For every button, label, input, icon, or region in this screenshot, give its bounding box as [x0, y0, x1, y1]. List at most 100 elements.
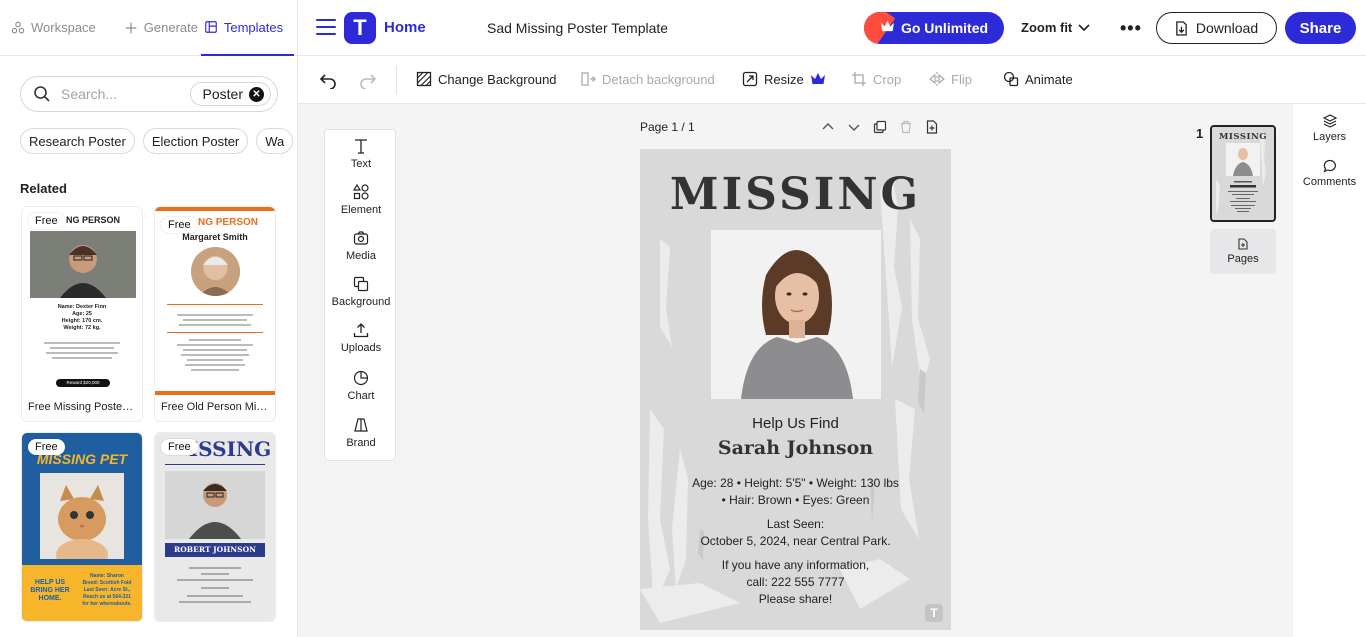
card-nameplate: ROBERT JOHNSON	[165, 543, 265, 557]
right-rail: Layers Comments	[1293, 104, 1366, 637]
animate-label: Animate	[1025, 71, 1073, 87]
contact-line-1[interactable]: If you have any information,	[640, 557, 951, 574]
missing-person-name[interactable]: Sarah Johnson	[640, 437, 951, 459]
crop-icon	[852, 72, 866, 86]
template-card-old-person[interactable]: Free NG PERSON Margaret Smith Free Old P…	[154, 206, 276, 422]
plus-icon	[125, 22, 137, 33]
card-line: Breed: Scottish Fold	[82, 580, 132, 586]
stats-text-line-2[interactable]: • Hair: Brown • Eyes: Green	[640, 492, 951, 509]
zoom-select[interactable]: Zoom fit	[1021, 20, 1090, 35]
tool-uploads[interactable]: Uploads	[325, 322, 397, 368]
tab-templates-label: Templates	[223, 19, 284, 35]
card-line: Reach us at 564-321	[83, 594, 131, 600]
tool-text[interactable]: Text	[325, 138, 397, 184]
flip-button[interactable]: Flip	[929, 71, 972, 87]
download-button[interactable]: Download	[1156, 12, 1277, 44]
tab-workspace[interactable]: Workspace	[11, 0, 110, 56]
card-photo	[165, 471, 265, 539]
menu-icon[interactable]	[316, 19, 336, 35]
add-page-icon[interactable]	[925, 120, 939, 134]
chevron-up-icon[interactable]	[821, 120, 835, 134]
brand-icon	[354, 418, 368, 432]
missing-person-photo[interactable]	[711, 230, 881, 399]
chip-research-poster[interactable]: Research Poster	[20, 128, 135, 154]
zoom-label: Zoom fit	[1021, 20, 1073, 35]
poster-page[interactable]: MISSING Help Us Find Sarah Johnson Age: …	[640, 149, 951, 630]
resize-icon	[742, 71, 758, 87]
suggestion-chips: Research Poster Election Poster Wa	[20, 128, 294, 154]
edit-toolbar: Change Background Detach background Resi…	[298, 56, 1366, 104]
thumb-title: MISSING	[1219, 132, 1267, 142]
app-root: Workspace Generate Templates Poster ✕ Re…	[0, 0, 1366, 637]
comments-button[interactable]: Comments	[1293, 159, 1366, 188]
layers-button[interactable]: Layers	[1293, 114, 1366, 143]
chevron-down-icon	[1078, 23, 1090, 31]
tool-background[interactable]: Background	[325, 276, 397, 322]
free-badge: Free	[161, 439, 198, 455]
card-photo	[191, 247, 240, 296]
tool-media-label: Media	[346, 250, 376, 262]
tool-element[interactable]: Element	[325, 184, 397, 230]
poster-title[interactable]: MISSING	[640, 169, 951, 220]
card-subheader: Margaret Smith	[182, 232, 248, 242]
chevron-down-icon[interactable]	[847, 120, 861, 134]
template-card-missing-pet[interactable]: Free MISSING PET HELP US BRING HER HOME.…	[21, 432, 143, 622]
crop-button[interactable]: Crop	[851, 71, 901, 87]
template-card-robert-johnson[interactable]: Free ISSING ROBERT JOHNSON	[154, 432, 276, 622]
animate-button[interactable]: Animate	[1003, 71, 1073, 87]
tool-brand[interactable]: Brand	[325, 417, 397, 463]
template-thumbnail: Free MISSING PET HELP US BRING HER HOME.…	[22, 433, 142, 621]
chip-election-poster[interactable]: Election Poster	[142, 128, 249, 154]
help-us-find-text[interactable]: Help Us Find	[640, 415, 951, 432]
tool-background-label: Background	[331, 296, 391, 308]
download-label: Download	[1195, 20, 1259, 36]
tool-media[interactable]: Media	[325, 230, 397, 276]
filter-chip-poster[interactable]: Poster ✕	[189, 82, 271, 106]
stats-text-line-1[interactable]: Age: 28 • Height: 5'5" • Weight: 130 lbs	[640, 475, 951, 492]
detach-background-button[interactable]: Detach background	[580, 71, 715, 87]
template-thumbnail: Free NG PERSON Name: Dexter Finn Age: 25…	[22, 207, 142, 395]
animate-icon	[1003, 71, 1019, 87]
document-title[interactable]: Sad Missing Poster Template	[487, 20, 668, 36]
home-link[interactable]: Home	[384, 19, 426, 36]
background-pattern-icon	[416, 71, 432, 87]
trash-icon[interactable]	[899, 120, 913, 134]
clear-filter-icon[interactable]: ✕	[249, 86, 264, 102]
page-thumbnail[interactable]: MISSING	[1210, 125, 1276, 222]
related-heading: Related	[20, 181, 67, 196]
contact-line-2[interactable]: call: 222 555 7777	[640, 574, 951, 591]
resize-button[interactable]: Resize	[742, 71, 826, 87]
chip-truncated[interactable]: Wa	[256, 128, 294, 154]
last-seen-label[interactable]: Last Seen:	[640, 516, 951, 533]
pages-button[interactable]: Pages	[1210, 229, 1276, 274]
tool-chart-label: Chart	[347, 390, 375, 402]
more-options-icon[interactable]: •••	[1120, 18, 1142, 39]
page-thumbnail-preview: MISSING	[1212, 127, 1274, 220]
layers-icon	[1322, 114, 1337, 128]
tab-workspace-label: Workspace	[31, 20, 96, 35]
duplicate-page-icon[interactable]	[873, 120, 887, 134]
change-background-label: Change Background	[438, 71, 557, 87]
top-bar: T Home Sad Missing Poster Template Go Un…	[298, 0, 1366, 56]
tool-chart[interactable]: Chart	[325, 370, 397, 416]
sidebar-tabs: Workspace Generate Templates	[0, 0, 297, 56]
card-divider	[165, 464, 265, 465]
tab-generate[interactable]: Generate	[124, 0, 212, 56]
redo-icon[interactable]	[359, 71, 377, 89]
share-button[interactable]: Share	[1285, 12, 1356, 44]
last-seen-value[interactable]: October 5, 2024, near Central Park.	[640, 533, 951, 550]
undo-icon[interactable]	[319, 71, 337, 89]
detach-icon	[581, 72, 596, 86]
camera-icon	[353, 231, 369, 245]
search-input[interactable]	[61, 86, 181, 102]
change-background-button[interactable]: Change Background	[416, 71, 557, 87]
card-line: Name: Dexter Finn	[57, 304, 107, 310]
go-unlimited-button[interactable]: Go Unlimited	[864, 12, 1004, 44]
flip-icon	[929, 72, 945, 86]
template-card-missing-poster[interactable]: Free NG PERSON Name: Dexter Finn Age: 25…	[21, 206, 143, 422]
app-logo[interactable]: T	[344, 12, 376, 44]
card-photo	[40, 473, 124, 559]
template-caption: Free Missing Poster ...	[28, 401, 139, 413]
tab-templates[interactable]: Templates	[201, 0, 294, 56]
contact-line-3[interactable]: Please share!	[640, 591, 951, 608]
